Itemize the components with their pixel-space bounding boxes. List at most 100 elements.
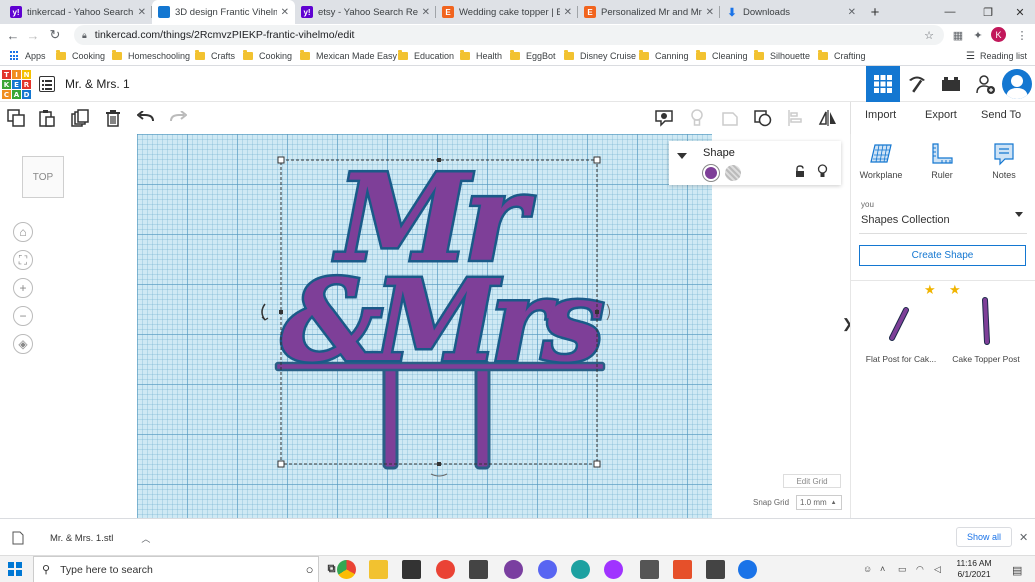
file-explorer-icon[interactable] xyxy=(369,560,388,579)
app-icon[interactable] xyxy=(469,560,488,579)
mirror-icon[interactable] xyxy=(818,108,838,128)
bookmark-folder[interactable]: Health xyxy=(460,49,502,63)
more-menu-icon[interactable]: ⋮ xyxy=(1014,27,1030,43)
browser-tab[interactable]: ⬇ Downloads ✕ xyxy=(720,0,862,24)
bookmark-folder[interactable]: Cooking xyxy=(56,49,105,63)
browser-tab[interactable]: y! etsy - Yahoo Search Results ✕ xyxy=(295,0,436,24)
collapse-inspector-icon[interactable] xyxy=(677,153,687,159)
snap-grid-select[interactable]: 1.0 mm ▲ xyxy=(796,495,842,510)
browser-tab[interactable]: y! tinkercad - Yahoo Search Re ✕ xyxy=(4,0,152,24)
ruler-button[interactable]: Ruler xyxy=(917,142,967,180)
group-icon[interactable] xyxy=(720,108,740,128)
resize-handle[interactable] xyxy=(593,156,601,164)
minimize-button[interactable]: — xyxy=(930,0,970,24)
chrome-icon[interactable] xyxy=(337,560,356,579)
new-tab-button[interactable]: + xyxy=(860,0,890,24)
notes-button[interactable]: Notes xyxy=(979,142,1029,180)
fit-view-icon[interactable]: ⛶ xyxy=(13,250,33,270)
back-icon[interactable]: ← xyxy=(4,26,22,44)
close-tab-icon[interactable]: ✕ xyxy=(564,7,572,18)
export-button[interactable]: Export xyxy=(925,109,957,121)
view-cube[interactable]: TOP xyxy=(22,156,64,198)
app-icon[interactable] xyxy=(571,560,590,579)
forward-icon[interactable]: → xyxy=(24,26,42,44)
send-to-button[interactable]: Send To xyxy=(981,109,1021,121)
bookmark-folder[interactable]: Cooking xyxy=(243,49,292,63)
rotate-handle-icon[interactable] xyxy=(430,473,448,477)
bookmark-folder[interactable]: Crafting xyxy=(818,49,866,63)
close-tab-icon[interactable]: ✕ xyxy=(422,7,430,18)
bookmark-star-icon[interactable]: ☆ xyxy=(921,27,937,43)
notifications-icon[interactable]: ▤ xyxy=(1012,564,1022,577)
resize-handle[interactable] xyxy=(437,462,441,466)
lock-icon[interactable] xyxy=(795,165,805,181)
redo-icon[interactable] xyxy=(168,108,188,128)
calendar-icon[interactable] xyxy=(640,560,659,579)
zoom-in-icon[interactable]: + xyxy=(13,278,33,298)
bookmark-folder[interactable]: Crafts xyxy=(195,49,235,63)
resize-handle[interactable] xyxy=(595,310,599,314)
profile-avatar[interactable]: K xyxy=(991,27,1006,42)
volume-icon[interactable]: ◁ xyxy=(934,564,941,575)
windows-start-icon[interactable] xyxy=(8,562,22,576)
close-window-button[interactable]: ✕ xyxy=(1000,0,1035,24)
pickaxe-icon[interactable] xyxy=(900,66,934,102)
tinkercad-logo[interactable]: TIN KER CAD xyxy=(2,70,31,99)
bookmark-folder[interactable]: Mexican Made Easy xyxy=(300,49,397,63)
cake-topper-model[interactable]: Mr &Mrs xyxy=(274,146,613,470)
resize-handle[interactable] xyxy=(593,460,601,468)
create-shape-button[interactable]: Create Shape xyxy=(859,245,1026,266)
taskbar-clock[interactable]: 11:16 AM 6/1/2021 xyxy=(952,558,996,580)
store-icon[interactable] xyxy=(402,560,421,579)
notes-bubble-icon[interactable] xyxy=(654,108,674,128)
bookmark-folder[interactable]: Disney Cruise xyxy=(564,49,636,63)
show-all-button[interactable]: Show all xyxy=(956,527,1012,547)
design-title[interactable]: Mr. & Mrs. 1 xyxy=(65,77,130,91)
browser-tab[interactable]: E Personalized Mr and Mrs W ✕ xyxy=(578,0,720,24)
import-button[interactable]: Import xyxy=(865,109,896,121)
close-tab-icon[interactable]: ✕ xyxy=(848,7,856,18)
messenger-icon[interactable] xyxy=(604,560,623,579)
app-icon[interactable] xyxy=(738,560,757,579)
bookmark-folder[interactable]: Canning xyxy=(639,49,689,63)
app-icon[interactable] xyxy=(706,560,725,579)
bookmark-folder[interactable]: Homeschooling xyxy=(112,49,190,63)
close-tab-icon[interactable]: ✕ xyxy=(281,7,289,18)
taskbar-search[interactable]: ⚲ Type here to search xyxy=(33,556,319,582)
zoom-out-icon[interactable]: − xyxy=(13,306,33,326)
ungroup-icon[interactable] xyxy=(753,108,773,128)
browser-tab-active[interactable]: 3D design Frantic Vihelmo | ✕ xyxy=(152,0,295,24)
paste-icon[interactable] xyxy=(37,108,57,128)
app-icon[interactable] xyxy=(436,560,455,579)
user-avatar[interactable] xyxy=(1002,69,1032,99)
resize-handle[interactable] xyxy=(277,156,285,164)
tray-people-icon[interactable]: ☺ xyxy=(863,564,872,574)
download-item[interactable]: Mr. & Mrs. 1.stl ︿ xyxy=(12,527,150,549)
bricks-icon[interactable] xyxy=(934,66,968,102)
resize-handle[interactable] xyxy=(277,460,285,468)
lightbulb-icon[interactable] xyxy=(687,108,707,128)
add-user-icon[interactable] xyxy=(968,66,1002,102)
tray-chevron-icon[interactable]: ˄ xyxy=(880,564,885,574)
hole-swatch[interactable] xyxy=(725,165,741,181)
delete-icon[interactable] xyxy=(103,108,123,128)
reading-list[interactable]: ☰ Reading list xyxy=(966,49,1027,63)
bookmark-folder[interactable]: Education xyxy=(398,49,454,63)
resize-handle[interactable] xyxy=(279,310,283,314)
design-menu-icon[interactable] xyxy=(39,76,55,92)
app-icon[interactable] xyxy=(673,560,692,579)
battery-icon[interactable]: ▭ xyxy=(898,564,907,575)
rotate-handle-icon[interactable] xyxy=(606,303,610,321)
puzzle-icon[interactable]: ✦ xyxy=(970,27,986,43)
shapes-category-select[interactable]: you Shapes Collection xyxy=(859,194,1027,234)
ortho-view-icon[interactable]: ◈ xyxy=(13,334,33,354)
bookmark-folder[interactable]: EggBot xyxy=(510,49,556,63)
reload-icon[interactable]: ↻ xyxy=(46,26,64,44)
copy-icon[interactable] xyxy=(6,108,26,128)
3d-view-grid-icon[interactable] xyxy=(866,66,900,102)
visibility-bulb-icon[interactable] xyxy=(817,164,828,182)
shape-card[interactable]: ★ Cake Topper Post xyxy=(945,282,1027,372)
close-shelf-icon[interactable]: ✕ xyxy=(1019,531,1028,544)
browser-tab[interactable]: E Wedding cake topper | Etsy ✕ xyxy=(436,0,578,24)
chevron-up-icon[interactable]: ︿ xyxy=(141,532,150,545)
